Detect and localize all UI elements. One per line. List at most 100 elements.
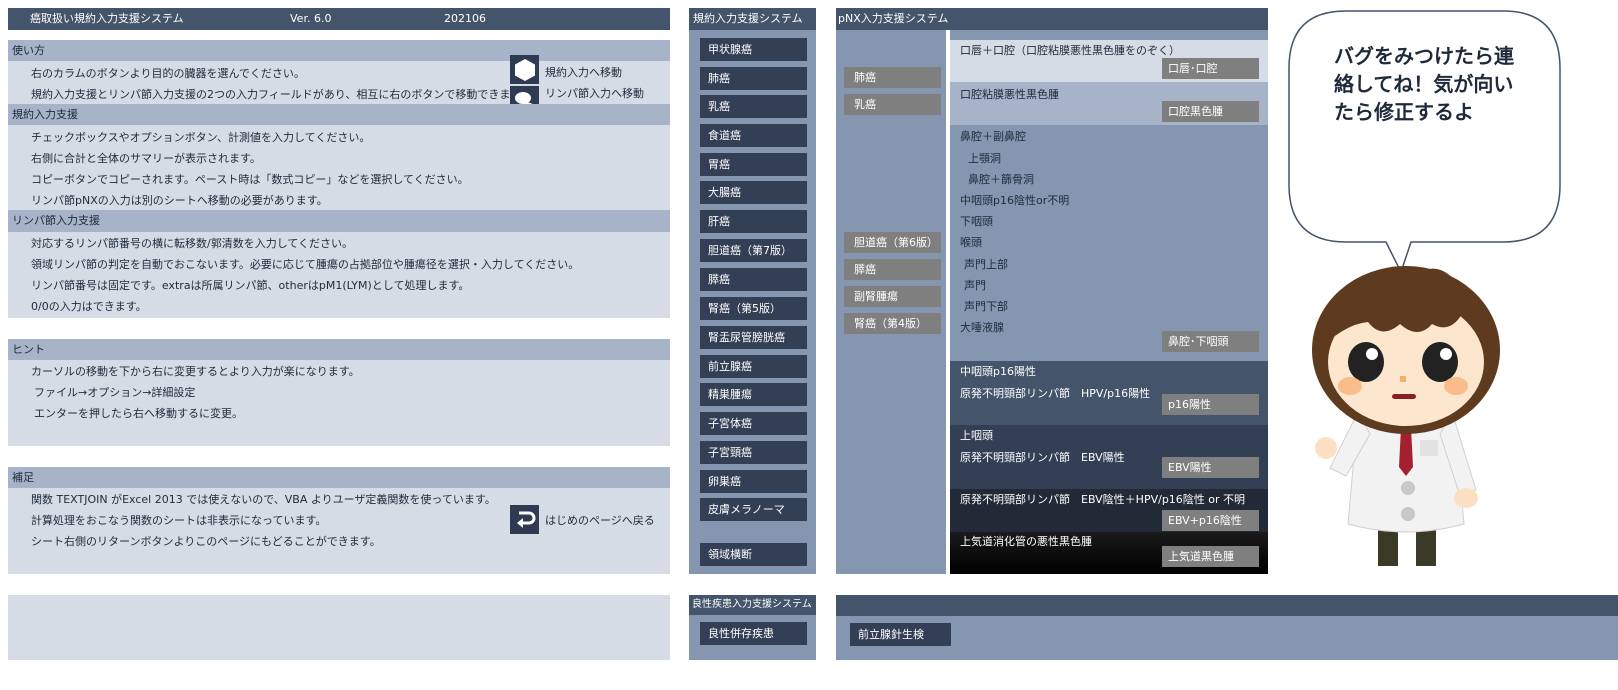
return-icon: [516, 511, 535, 528]
nav-item-prostate[interactable]: 前立腺癌: [700, 355, 807, 378]
pnx-block-text: 鼻腔＋副鼻腔: [960, 130, 1026, 143]
lymph-line: 0/0の入力はできます。: [31, 300, 147, 313]
pnx-block-text: 鼻腔＋篩骨洞: [968, 173, 1034, 186]
nav-panel: 規約入力支援システム 甲状腺癌 肺癌 乳癌 食道癌 胃癌 大腸癌 肝癌 胆道癌（…: [689, 8, 816, 574]
pnx-block-oral-melanoma: 口腔粘膜悪性黒色腫 口腔黒色腫: [950, 82, 1268, 125]
pnx-adrenal-button[interactable]: 副腎腫瘍: [844, 286, 941, 307]
supplement-line: 関数 TEXTJOIN がExcel 2013 では使えないので、VBA よりユ…: [31, 493, 496, 506]
pnx-block-text: 上咽頭: [960, 429, 993, 442]
doctor-character-illustration: [1312, 266, 1500, 566]
pnx-breast-button[interactable]: 乳癌: [844, 94, 941, 115]
usage-line: 右のカラムのボタンより目的の臓器を選んでください。: [31, 67, 305, 80]
pnx-block-text: 口唇＋口腔（口腔粘膜悪性黒色腫をのぞく）: [960, 44, 1180, 57]
kiyaku-body: チェックボックスやオプションボタン、計測値を入力してください。 右側に合計と全体…: [8, 125, 670, 210]
pnx-block-text: 喉頭: [960, 236, 982, 249]
nav-item-stomach[interactable]: 胃癌: [700, 153, 807, 176]
nav-item-liver[interactable]: 肝癌: [700, 210, 807, 233]
pnx-oral-button[interactable]: 口唇･口腔: [1162, 58, 1259, 79]
benign-panel: 良性疾患入力支援システム 良性併存疾患: [689, 595, 816, 660]
kiyaku-line: チェックボックスやオプションボタン、計測値を入力してください。: [31, 131, 371, 144]
pnx-kidney-button[interactable]: 腎癌（第4版）: [844, 313, 941, 334]
usage-body: 右のカラムのボタンより目的の臓器を選んでください。 規約入力支援とリンパ節入力支…: [8, 55, 670, 115]
return-button[interactable]: [510, 505, 539, 534]
benign-header: 良性疾患入力支援システム: [689, 595, 816, 615]
pnx-block-nasal: 鼻腔＋副鼻腔 上顎洞 鼻腔＋篩骨洞 中咽頭p16陰性or不明 下咽頭 喉頭 声門…: [950, 125, 1268, 361]
pnx-block-text: 口腔粘膜悪性黒色腫: [960, 88, 1059, 101]
pnx-oral-melanoma-button[interactable]: 口腔黒色腫: [1162, 101, 1259, 122]
bottom-right-header-band: [836, 595, 1618, 616]
pnx-block-text: 原発不明頸部リンパ節 EBV陰性＋HPV/p16陰性 or 不明: [960, 493, 1246, 506]
benign-comorbidity-button[interactable]: 良性併存疾患: [700, 622, 807, 645]
kiyaku-line: コピーボタンでコピーされます。ペースト時は「数式コピー」などを選択してください。: [31, 173, 469, 186]
app-title: 癌取扱い規約入力支援システム: [30, 12, 184, 25]
hint-body: カーソルの移動を下から右に変更するとより入力が楽になります。 ファイル→オプショ…: [8, 360, 670, 446]
kiyaku-header: 規約入力支援: [8, 104, 670, 125]
kiyaku-line: リンパ節pNXの入力は別のシートへ移動の必要があります。: [31, 194, 328, 207]
pnx-block-ebv: 上咽頭 原発不明頸部リンパ節 EBV陽性 EBV陽性: [950, 425, 1268, 489]
lymph-header: リンパ節入力支援: [8, 210, 670, 232]
nav-item-cross-organ[interactable]: 領域横断: [700, 543, 807, 566]
pnx-block-text: 原発不明頸部リンパ節 HPV/p16陽性: [960, 387, 1151, 400]
bottom-right-panel: 前立腺針生検: [836, 595, 1618, 660]
lymph-line: 対応するリンパ節番号の横に転移数/郭清数を入力してください。: [31, 237, 354, 250]
pnx-block-text: 上気道消化管の悪性黒色腫: [960, 535, 1092, 548]
supplement-header: 補足: [8, 467, 670, 488]
supplement-body: 関数 TEXTJOIN がExcel 2013 では使えないので、VBA よりユ…: [8, 488, 670, 574]
pnx-panel: pNX入力支援システム 肺癌 乳癌 胆道癌（第6版） 膵癌 副腎腫瘍 腎癌（第4…: [836, 8, 1268, 574]
pnx-block-text: 中咽頭p16陽性: [960, 365, 1036, 378]
goto-kiyaku-label: 規約入力へ移動: [545, 66, 622, 79]
hint-line: エンターを押したら右へ移動するに変更。: [34, 407, 243, 420]
nav-item-melanoma[interactable]: 皮膚メラノーマ: [700, 498, 807, 521]
supplement-line: シート右側のリターンボタンよりこのページにもどることができます。: [31, 535, 381, 548]
pnx-block-text: 声門: [964, 279, 986, 292]
pnx-block-text: 声門下部: [964, 300, 1008, 313]
pnx-biliary-button[interactable]: 胆道癌（第6版）: [844, 232, 941, 253]
hint-line: カーソルの移動を下から右に変更するとより入力が楽になります。: [31, 365, 360, 378]
nav-item-colon[interactable]: 大腸癌: [700, 181, 807, 204]
nav-item-biliary[interactable]: 胆道癌（第7版）: [700, 239, 807, 262]
goto-lymph-label: リンパ節入力へ移動: [545, 87, 644, 100]
nav-item-urothelial[interactable]: 腎盂尿管膀胱癌: [700, 326, 807, 349]
lymph-line: 領域リンパ節の判定を自動でおこないます。必要に応じて腫瘍の占拠部位や腫瘍径を選択…: [31, 258, 580, 271]
nav-item-pancreas[interactable]: 膵癌: [700, 268, 807, 291]
pnx-block-p16: 中咽頭p16陽性 原発不明頸部リンパ節 HPV/p16陽性 p16陽性: [950, 361, 1268, 425]
pnx-block-oral: 口唇＋口腔（口腔粘膜悪性黒色腫をのぞく） 口唇･口腔: [950, 40, 1268, 82]
pnx-block-text: 下咽頭: [960, 215, 993, 228]
app-title-bar: 癌取扱い規約入力支援システム Ver. 6.0 202106: [8, 8, 670, 30]
pnx-pancreas-button[interactable]: 膵癌: [844, 259, 941, 280]
supplement-line: 計算処理をおこなう関数のシートは非表示になっています。: [31, 514, 327, 527]
pnx-block-text: 上顎洞: [968, 152, 1001, 165]
app-date: 202106: [444, 12, 486, 25]
nav-item-esophagus[interactable]: 食道癌: [700, 124, 807, 147]
nav-item-lung[interactable]: 肺癌: [700, 67, 807, 90]
pnx-header: pNX入力支援システム: [836, 8, 1268, 30]
nav-item-breast[interactable]: 乳癌: [700, 95, 807, 118]
pnx-ebv-button[interactable]: EBV陽性: [1162, 457, 1259, 478]
pnx-p16-button[interactable]: p16陽性: [1162, 394, 1259, 415]
kiyaku-line: 右側に合計と全体のサマリーが表示されます。: [31, 152, 261, 165]
hint-line: ファイル→オプション→詳細設定: [34, 386, 196, 399]
pnx-block-text: 声門上部: [964, 258, 1008, 271]
pnx-lung-button[interactable]: 肺癌: [844, 67, 941, 88]
nav-item-ovary[interactable]: 卵巣癌: [700, 470, 807, 493]
usage-line: 規約入力支援とリンパ節入力支援の2つの入力フィールドがあり、相互に右のボタンで移…: [31, 88, 532, 101]
usage-header: 使い方: [8, 40, 670, 61]
goto-kiyaku-button[interactable]: [510, 55, 539, 84]
pnx-block-ebv-p16-neg: 原発不明頸部リンパ節 EBV陰性＋HPV/p16陰性 or 不明 EBV+p16…: [950, 489, 1268, 532]
app-version: Ver. 6.0: [290, 12, 332, 25]
footer-band-left: [8, 595, 670, 660]
prostate-biopsy-button[interactable]: 前立腺針生検: [850, 623, 951, 646]
pnx-block-melanoma: 上気道消化管の悪性黒色腫 上気道黒色腫: [950, 532, 1268, 574]
nav-item-testis[interactable]: 精巣腫瘍: [700, 383, 807, 406]
pnx-nasal-button[interactable]: 鼻腔･下咽頭: [1162, 331, 1259, 352]
nav-item-thyroid[interactable]: 甲状腺癌: [700, 38, 807, 61]
pnx-block-text: 中咽頭p16陰性or不明: [960, 194, 1070, 207]
speech-bubble-text: バグをみつけたら連絡してね！気が向いたら修正するよ: [1334, 44, 1514, 124]
pnx-ebv-p16-neg-button[interactable]: EBV+p16陰性: [1162, 510, 1259, 531]
nav-item-kidney[interactable]: 腎癌（第5版）: [700, 297, 807, 320]
pnx-block-text: 大唾液腺: [960, 321, 1004, 334]
nav-item-cervix[interactable]: 子宮頸癌: [700, 441, 807, 464]
pnx-melanoma-button[interactable]: 上気道黒色腫: [1162, 546, 1259, 567]
pnx-block-text: 原発不明頸部リンパ節 EBV陽性: [960, 451, 1125, 464]
nav-item-endometrium[interactable]: 子宮体癌: [700, 412, 807, 435]
